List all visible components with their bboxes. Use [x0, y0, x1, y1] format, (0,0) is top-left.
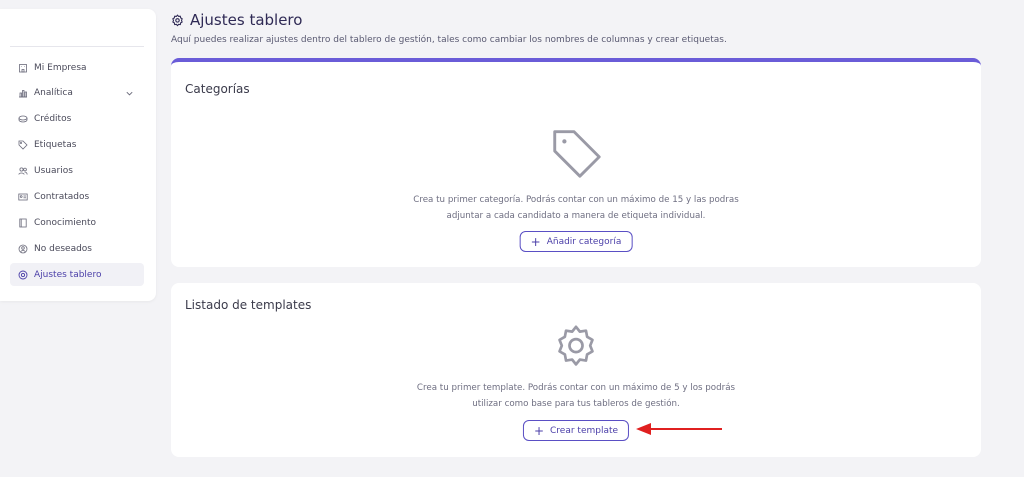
sidebar-item-label: No deseados — [34, 243, 92, 254]
red-arrow-annotation — [636, 423, 722, 435]
users-icon — [18, 166, 28, 176]
sidebar-item-ajustes-tablero[interactable]: Ajustes tablero — [10, 263, 144, 287]
id-card-icon — [18, 192, 28, 202]
sidebar-item-label: Etiquetas — [34, 140, 77, 151]
book-icon — [18, 218, 28, 228]
add-category-label: Añadir categoría — [546, 236, 622, 247]
sidebar-item-analitica[interactable]: Analítica — [10, 82, 144, 105]
plus-icon: + — [533, 423, 545, 438]
empty-text-line: adjuntar a cada candidato a manera de et… — [446, 211, 706, 221]
sidebar-item-label: Créditos — [34, 114, 72, 125]
settings-icon — [172, 14, 183, 26]
create-template-button[interactable]: + Crear template — [522, 420, 630, 441]
sidebar-item-label: Conocimiento — [34, 217, 96, 228]
sidebar-item-label: Analítica — [34, 88, 73, 99]
sidebar-item-no-deseados[interactable]: No deseados — [10, 237, 144, 260]
settings-icon — [18, 270, 28, 280]
sidebar-item-label: Ajustes tablero — [34, 269, 102, 280]
categories-empty-text: Crea tu primer categoría. Podrás contar … — [396, 192, 756, 224]
empty-text-line: utilizar como base para tus tableros de … — [472, 399, 680, 409]
tag-icon — [553, 130, 601, 178]
sidebar-item-etiquetas[interactable]: Etiquetas — [10, 134, 144, 157]
sidebar-item-usuarios[interactable]: Usuarios — [10, 160, 144, 183]
templates-empty-text: Crea tu primer template. Podrás contar c… — [396, 380, 756, 412]
bar-chart-icon — [18, 88, 28, 98]
templates-card: Listado de templates Crea tu primer temp… — [171, 283, 981, 457]
empty-text-line: Crea tu primer categoría. Podrás contar … — [413, 195, 739, 205]
building-icon — [18, 63, 28, 73]
sidebar-item-creditos[interactable]: Créditos — [10, 108, 144, 131]
categories-title: Categorías — [185, 82, 250, 96]
coins-icon — [18, 114, 28, 124]
tag-icon — [18, 140, 28, 150]
templates-title: Listado de templates — [185, 298, 312, 312]
page-title: Ajustes tablero — [190, 11, 303, 29]
categories-card: Categorías Crea tu primer categoría. Pod… — [171, 58, 981, 267]
sidebar-item-conocimiento[interactable]: Conocimiento — [10, 211, 144, 234]
plus-icon: + — [530, 234, 541, 249]
blocked-user-icon — [18, 244, 28, 254]
empty-text-line: Crea tu primer template. Podrás contar c… — [416, 383, 736, 393]
sidebar-item-label: Usuarios — [34, 166, 73, 177]
title-row: Ajustes tablero — [171, 11, 727, 29]
settings-icon — [558, 325, 594, 366]
sidebar-nav: Mi Empresa Analítica Créditos Etiquetas … — [10, 56, 144, 289]
create-template-label: Crear template — [550, 425, 619, 436]
sidebar-item-label: Mi Empresa — [34, 62, 87, 73]
page-subtitle: Aquí puedes realizar ajustes dentro del … — [171, 35, 727, 45]
sidebar-item-label: Contratados — [34, 191, 90, 202]
page-header: Ajustes tablero Aquí puedes realizar aju… — [171, 11, 727, 45]
add-category-button[interactable]: + Añadir categoría — [519, 231, 633, 252]
sidebar-item-mi-empresa[interactable]: Mi Empresa — [10, 56, 144, 79]
sidebar-item-contratados[interactable]: Contratados — [10, 185, 144, 208]
chevron-down-icon[interactable] — [125, 89, 134, 98]
sidebar-divider — [10, 46, 144, 47]
sidebar: Mi Empresa Analítica Créditos Etiquetas … — [0, 9, 156, 301]
